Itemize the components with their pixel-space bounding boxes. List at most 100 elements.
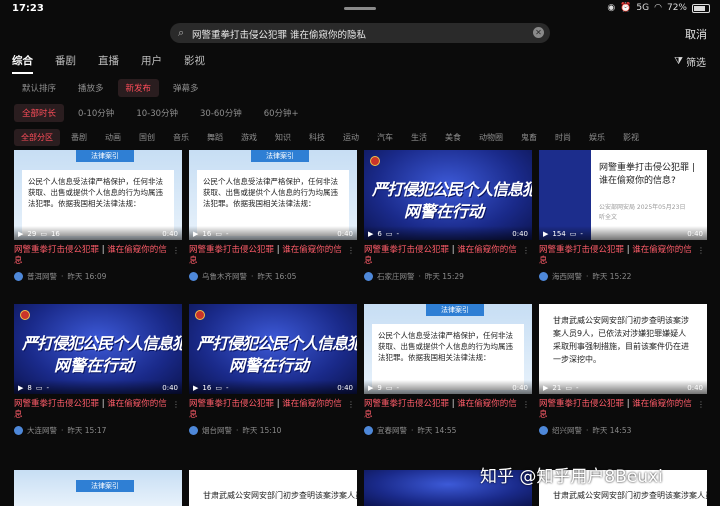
tab-live[interactable]: 直播 <box>98 53 119 68</box>
category-chip[interactable]: 游戏 <box>234 129 264 146</box>
video-title[interactable]: 网警重拳打击侵公犯罪 | 谁在偷窥你的信息 <box>364 399 524 421</box>
more-options-icon[interactable]: ⋮ <box>697 246 705 255</box>
tab-bangumi[interactable]: 番剧 <box>55 53 76 68</box>
publish-time: 昨天 14:55 <box>417 426 457 435</box>
avatar[interactable] <box>539 426 548 435</box>
more-options-icon[interactable]: ⋮ <box>347 400 355 409</box>
video-title[interactable]: 网警重拳打击侵公犯罪 | 谁在偷窥你的信息 <box>189 245 349 267</box>
author-name[interactable]: 乌鲁木齐网警 <box>202 271 247 282</box>
more-options-icon[interactable]: ⋮ <box>172 400 180 409</box>
duration-10-30[interactable]: 10-30分钟 <box>128 104 186 122</box>
video-title[interactable]: 网警重拳打击侵公犯罪 | 谁在偷窥你的信息 <box>14 399 174 421</box>
video-thumbnail[interactable]: 法律案引 公民个人信息受法律严格保护，任何非法获取、出售或提供个人信息的行为均属违… <box>189 150 357 240</box>
video-thumbnail[interactable]: 法律案引 公民个人信息受法律严格保护，任何非法获取、出售或提供个人信息的行为均属违… <box>14 150 182 240</box>
category-all[interactable]: 全部分区 <box>14 129 60 146</box>
author-name[interactable]: 绍兴网警 <box>552 425 582 436</box>
category-chip[interactable]: 音乐 <box>166 129 196 146</box>
category-chip[interactable]: 动物圈 <box>472 129 510 146</box>
author-name[interactable]: 石家庄网警 <box>377 271 415 282</box>
category-chip[interactable]: 动画 <box>98 129 128 146</box>
danmaku-icon: ▭ <box>35 384 43 392</box>
author-name[interactable]: 海西网警 <box>552 271 582 282</box>
category-chip[interactable]: 国创 <box>132 129 162 146</box>
duration-60-plus[interactable]: 60分钟+ <box>256 104 307 122</box>
video-card[interactable]: 法律案引 公民个人信息受法律严格保护，任何非法获取、出售或提供个人信息的行为均属违… <box>364 304 532 436</box>
category-chip[interactable]: 鬼畜 <box>514 129 544 146</box>
video-thumbnail[interactable]: 严打侵犯公民个人信息犯罪网警在行动 ▶8▭- 0:40 <box>14 304 182 394</box>
video-title[interactable]: 网警重拳打击侵公犯罪 | 谁在偷窥你的信息 <box>364 245 524 267</box>
sort-default[interactable]: 默认排序 <box>14 79 64 97</box>
avatar[interactable] <box>539 272 548 281</box>
category-chip[interactable]: 知识 <box>268 129 298 146</box>
video-card[interactable]: 甘肃武威公安网安部门初步查明该案涉案人员9人，已依法对涉嫌犯罪嫌疑人采取刑事强制… <box>539 304 707 436</box>
tab-all[interactable]: 综合 <box>12 53 33 74</box>
more-options-icon[interactable]: ⋮ <box>697 400 705 409</box>
video-thumbnail[interactable]: 法律案引 <box>14 470 182 506</box>
avatar[interactable] <box>364 426 373 435</box>
author-name[interactable]: 普洱网警 <box>27 271 57 282</box>
avatar[interactable] <box>14 426 23 435</box>
video-title[interactable]: 网警重拳打击侵公犯罪 | 谁在偷窥你的信息 <box>539 245 699 267</box>
video-thumbnail[interactable]: 甘肃武威公安网安部门初步查明该案涉案人员9人，已依法对涉嫌犯罪嫌疑人采取刑事强制… <box>539 304 707 394</box>
video-title[interactable]: 网警重拳打击侵公犯罪 | 谁在偷窥你的信息 <box>14 245 174 267</box>
category-chip[interactable]: 番剧 <box>64 129 94 146</box>
tab-users[interactable]: 用户 <box>141 53 162 68</box>
video-thumbnail[interactable]: 甘肃武威公安网安部门初步查明该案涉案人员9人 <box>189 470 357 506</box>
danmaku-icon: ▭ <box>385 384 393 392</box>
category-chip[interactable]: 美食 <box>438 129 468 146</box>
category-chip[interactable]: 影视 <box>616 129 646 146</box>
video-card[interactable]: 网警重拳打击侵公犯罪 | 谁在偷窥你的信息? 公安部网安局 2025年05月23日… <box>539 150 707 282</box>
video-meta: 石家庄网警 · 昨天 15:29 <box>364 271 532 282</box>
clear-icon[interactable]: ✕ <box>533 27 544 38</box>
sort-newest[interactable]: 新发布 <box>117 79 160 97</box>
duration-all[interactable]: 全部时长 <box>14 104 65 122</box>
filter-button[interactable]: ⧩ 筛选 <box>674 54 706 69</box>
video-title[interactable]: 网警重拳打击侵公犯罪 | 谁在偷窥你的信息 <box>189 399 349 421</box>
video-thumbnail[interactable]: 网警重拳打击侵公犯罪 | 谁在偷窥你的信息? 公安部网安局 2025年05月23日… <box>539 150 707 240</box>
cancel-button[interactable]: 取消 <box>685 26 707 42</box>
author-name[interactable]: 烟台网警 <box>202 425 232 436</box>
category-chip[interactable]: 生活 <box>404 129 434 146</box>
avatar[interactable] <box>364 272 373 281</box>
category-chip[interactable]: 运动 <box>336 129 366 146</box>
avatar[interactable] <box>189 426 198 435</box>
thumb-banner: 法律案引 <box>76 150 134 162</box>
category-chip[interactable]: 科技 <box>302 129 332 146</box>
watermark: 知乎 @知乎用户8Beuxi <box>480 467 663 487</box>
video-card[interactable]: 法律案引 公民个人信息受法律严格保护，任何非法获取、出售或提供个人信息的行为均属违… <box>14 150 182 282</box>
avatar[interactable] <box>14 272 23 281</box>
video-card[interactable]: 法律案引 公民个人信息受法律严格保护，任何非法获取、出售或提供个人信息的行为均属违… <box>189 150 357 282</box>
category-chip[interactable]: 时尚 <box>548 129 578 146</box>
video-card[interactable]: 严打侵犯公民个人信息犯罪网警在行动 ▶16▭- 0:40 网警重拳打击侵公犯罪 | 谁… <box>189 304 357 436</box>
wifi-icon: ◠ <box>654 3 662 13</box>
more-options-icon[interactable]: ⋮ <box>522 400 530 409</box>
view-count: 8 <box>27 384 32 392</box>
avatar[interactable] <box>189 272 198 281</box>
more-options-icon[interactable]: ⋮ <box>172 246 180 255</box>
video-card[interactable]: 严打侵犯公民个人信息犯罪网警在行动 ▶8▭- 0:40 网警重拳打击侵公犯罪 | 谁在… <box>14 304 182 436</box>
title-highlight: 网警重拳打击侵公犯罪 <box>189 245 275 255</box>
title-highlight: 网警重拳打击侵公犯罪 <box>14 399 100 409</box>
author-name[interactable]: 宜春网警 <box>377 425 407 436</box>
duration-30-60[interactable]: 30-60分钟 <box>192 104 250 122</box>
video-thumbnail[interactable]: 严打侵犯公民个人信息犯罪网警在行动 ▶16▭- 0:40 <box>189 304 357 394</box>
video-title[interactable]: 网警重拳打击侵公犯罪 | 谁在偷窥你的信息 <box>539 399 699 421</box>
category-chip[interactable]: 汽车 <box>370 129 400 146</box>
more-options-icon[interactable]: ⋮ <box>522 246 530 255</box>
sort-most-played[interactable]: 播放多 <box>70 79 112 97</box>
video-thumbnail[interactable]: 法律案引 公民个人信息受法律严格保护，任何非法获取、出售或提供个人信息的行为均属违… <box>364 304 532 394</box>
search-input[interactable]: ⌕ 网警重拳打击侵公犯罪 谁在偷窥你的隐私 ✕ <box>170 23 550 43</box>
category-chip[interactable]: 娱乐 <box>582 129 612 146</box>
author-name[interactable]: 大连网警 <box>27 425 57 436</box>
tab-movies[interactable]: 影视 <box>184 53 205 68</box>
category-chip[interactable]: 舞蹈 <box>200 129 230 146</box>
video-thumbnail[interactable]: 严打侵犯公民个人信息犯罪网警在行动 ▶6▭- 0:40 <box>364 150 532 240</box>
video-meta: 绍兴网警 · 昨天 14:53 <box>539 425 707 436</box>
danmaku-icon: ▭ <box>40 230 47 238</box>
video-card[interactable]: 严打侵犯公民个人信息犯罪网警在行动 ▶6▭- 0:40 网警重拳打击侵公犯罪 | 谁在… <box>364 150 532 282</box>
sort-most-danmaku[interactable]: 弹幕多 <box>165 79 207 97</box>
more-options-icon[interactable]: ⋮ <box>347 246 355 255</box>
search-query[interactable]: 网警重拳打击侵公犯罪 谁在偷窥你的隐私 <box>192 27 366 41</box>
duration-0-10[interactable]: 0-10分钟 <box>70 104 122 122</box>
drag-handle[interactable] <box>344 7 376 10</box>
